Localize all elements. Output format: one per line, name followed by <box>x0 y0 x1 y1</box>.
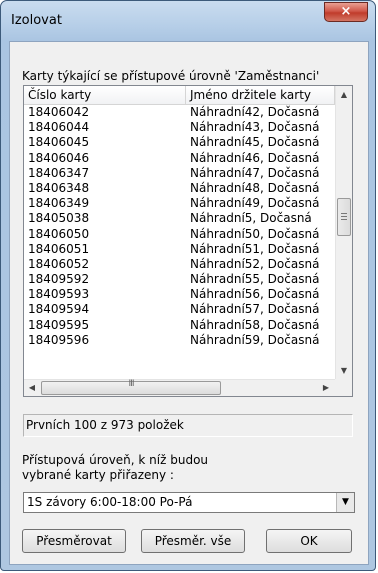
table-row[interactable]: 18406052 Náhradní52, Dočasná <box>24 257 335 272</box>
table-row[interactable]: 18409595 Náhradní58, Dočasná <box>24 318 335 333</box>
close-icon: × <box>340 4 352 19</box>
holder-name-cell: Náhradní42, Dočasná <box>190 105 320 119</box>
horizontal-scroll-thumb[interactable]: III <box>41 379 221 395</box>
holder-name-cell: Náhradní5, Dočasná <box>190 211 312 226</box>
ok-button[interactable]: OK <box>266 529 352 553</box>
holder-name-cell: Náhradní51, Dočasná <box>190 241 320 256</box>
list-label: Karty týkající se přístupové úrovně 'Zam… <box>22 69 320 83</box>
card-number-cell: 18409594 <box>28 302 90 317</box>
card-number-cell: 18409592 <box>28 272 90 287</box>
holder-name-cell: Náhradní55, Dočasná <box>190 272 320 287</box>
cards-list[interactable]: Číslo karty Jméno držitele karty 1840604… <box>23 85 353 397</box>
dialog-client-area: Karty týkající se přístupové úrovně 'Zam… <box>9 41 369 565</box>
card-number-cell: 18406044 <box>28 120 90 135</box>
column-header-card-number[interactable]: Číslo karty <box>24 86 186 104</box>
holder-name-cell: Náhradní59, Dočasná <box>190 332 320 347</box>
target-level-label-line2: vybrané karty přiřazeny : <box>22 468 174 482</box>
table-row[interactable]: 18409596 Náhradní59, Dočasná <box>24 333 335 348</box>
holder-name-cell: Náhradní46, Dočasná <box>190 150 320 165</box>
vertical-scrollbar[interactable]: ▲ ▼ <box>335 86 352 379</box>
holder-name-cell: Náhradní57, Dočasná <box>190 302 320 317</box>
scrollbar-corner <box>335 379 352 396</box>
card-number-cell: 18406042 <box>28 105 90 119</box>
table-row[interactable]: 18406051 Náhradní51, Dočasná <box>24 242 335 257</box>
holder-name-cell: Náhradní49, Dočasná <box>190 196 320 211</box>
table-row[interactable]: 18406347 Náhradní47, Dočasná <box>24 166 335 181</box>
scroll-grip-icon: III <box>128 379 135 389</box>
table-row[interactable]: 18406050 Náhradní50, Dočasná <box>24 227 335 242</box>
table-row[interactable]: 18406348 Náhradní48, Dočasná <box>24 181 335 196</box>
card-number-cell: 18406349 <box>28 196 90 211</box>
holder-name-cell: Náhradní48, Dočasná <box>190 180 320 195</box>
column-header-holder-name[interactable]: Jméno držitele karty <box>186 86 335 104</box>
holder-name-cell: Náhradní47, Dočasná <box>190 165 320 180</box>
card-number-cell: 18406046 <box>28 150 90 165</box>
access-level-select[interactable]: 1S závory 6:00-18:00 Po-Pá ▼ <box>23 492 355 513</box>
card-number-cell: 18405038 <box>28 211 90 226</box>
holder-name-cell: Náhradní58, Dočasná <box>190 317 320 332</box>
card-number-cell: 18406051 <box>28 241 90 256</box>
holder-name-cell: Náhradní45, Dočasná <box>190 135 320 150</box>
vertical-scroll-thumb[interactable] <box>337 198 351 236</box>
card-number-cell: 18406347 <box>28 165 90 180</box>
table-row[interactable]: 18409592 Náhradní55, Dočasná <box>24 272 335 287</box>
horizontal-scrollbar[interactable]: ◀ III ▶ <box>24 379 335 396</box>
table-row[interactable]: 18406349 Náhradní49, Dočasná <box>24 196 335 211</box>
table-row[interactable]: 18406044 Náhradní43, Dočasná <box>24 120 335 135</box>
close-button[interactable]: × <box>324 2 368 22</box>
scroll-right-icon[interactable]: ▶ <box>318 380 334 396</box>
card-number-cell: 18406348 <box>28 180 90 195</box>
holder-name-cell: Náhradní43, Dočasná <box>190 120 320 135</box>
dialog-window: Izolovat × Karty týkající se přístupové … <box>0 0 376 571</box>
scroll-up-icon[interactable]: ▲ <box>336 86 352 103</box>
list-rows: 18406042 Náhradní42, Dočasná 18406044 Náhra… <box>24 105 335 380</box>
scroll-left-icon[interactable]: ◀ <box>24 380 40 396</box>
holder-name-cell: Náhradní56, Dočasná <box>190 287 320 302</box>
table-row[interactable]: 18406045 Náhradní45, Dočasná <box>24 135 335 150</box>
table-row[interactable]: 18409594 Náhradní57, Dočasná <box>24 302 335 317</box>
card-number-cell: 18406052 <box>28 256 90 271</box>
target-level-label-line1: Přístupová úroveň, k níž budou <box>22 453 209 467</box>
card-number-cell: 18409593 <box>28 287 90 302</box>
table-row[interactable]: 18406042 Náhradní42, Dočasná <box>24 105 335 120</box>
redirect-all-button[interactable]: Přesměr. vše <box>141 529 245 553</box>
card-number-cell: 18406045 <box>28 135 90 150</box>
table-row[interactable]: 18405038 Náhradní5, Dočasná <box>24 211 335 226</box>
holder-name-cell: Náhradní52, Dočasná <box>190 256 320 271</box>
card-number-cell: 18406050 <box>28 226 90 241</box>
access-level-value: 1S závory 6:00-18:00 Po-Pá <box>27 495 193 509</box>
redirect-button[interactable]: Přesměrovat <box>22 529 126 553</box>
table-row[interactable]: 18409593 Náhradní56, Dočasná <box>24 287 335 302</box>
table-row[interactable]: 18406046 Náhradní46, Dočasná <box>24 151 335 166</box>
card-number-cell: 18409596 <box>28 332 90 347</box>
card-number-cell: 18409595 <box>28 317 90 332</box>
chevron-down-icon[interactable]: ▼ <box>336 493 354 512</box>
window-title: Izolovat <box>11 13 62 28</box>
status-text: Prvních 100 z 973 položek <box>23 414 353 437</box>
list-header: Číslo karty Jméno držitele karty <box>24 86 335 105</box>
holder-name-cell: Náhradní50, Dočasná <box>190 226 320 241</box>
scroll-down-icon[interactable]: ▼ <box>336 362 352 379</box>
